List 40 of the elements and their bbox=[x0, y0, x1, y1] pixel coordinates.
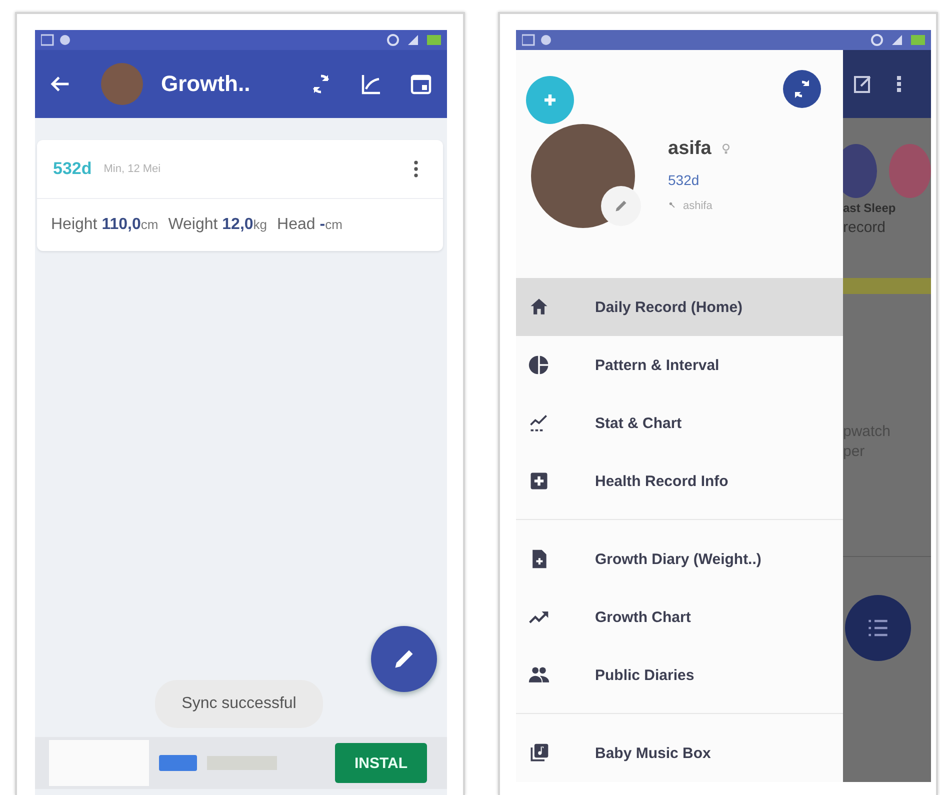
measurement-text: Weight 12,0kg bbox=[168, 216, 268, 234]
health-icon bbox=[528, 470, 550, 492]
background-text: ast Sleep bbox=[843, 200, 897, 217]
drawer-menu-item[interactable]: Growth Diary (Weight..) bbox=[516, 530, 843, 588]
sync-toast: Sync successful bbox=[155, 680, 323, 728]
music-icon bbox=[528, 742, 550, 764]
sync-button[interactable] bbox=[783, 70, 821, 108]
drawer-menu-item[interactable]: Baby Music Box bbox=[516, 724, 843, 782]
signal-icon bbox=[407, 34, 419, 46]
sync-status-icon bbox=[387, 34, 399, 46]
drawer-menu-item[interactable]: Stat & Chart bbox=[516, 394, 843, 452]
signal-icon bbox=[891, 34, 903, 46]
profile-age: 532d bbox=[668, 172, 700, 188]
age-label: 532d bbox=[53, 159, 92, 179]
install-button[interactable]: INSTAL bbox=[335, 743, 427, 783]
date-label: Min, 12 Mei bbox=[104, 163, 162, 175]
calendar-icon[interactable] bbox=[409, 72, 433, 96]
measurement-text: Head -cm bbox=[277, 216, 342, 234]
battery-icon bbox=[427, 35, 441, 45]
drawer-menu-item[interactable]: Health Record Info bbox=[516, 452, 843, 510]
profile-name: asifa bbox=[668, 138, 712, 160]
ad-toggle-image bbox=[159, 755, 197, 771]
drawer-menu-item[interactable]: Growth Chart bbox=[516, 588, 843, 646]
sync-status-icon bbox=[871, 34, 883, 46]
app-bar-title: Growth.. bbox=[161, 71, 252, 97]
drawer-menu-item[interactable]: Daily Record (Home) bbox=[516, 278, 843, 336]
avatar-photo bbox=[101, 63, 143, 105]
more-icon bbox=[897, 76, 901, 92]
background-text: record bbox=[843, 218, 887, 238]
edit-photo-button[interactable] bbox=[601, 186, 641, 226]
profile-username: ashifa bbox=[683, 200, 712, 212]
stat-chart-icon bbox=[528, 412, 550, 434]
edit-fab[interactable] bbox=[371, 626, 437, 692]
measurement-text: Height 110,0cm bbox=[51, 216, 158, 234]
battery-icon bbox=[911, 35, 925, 45]
ad-text-block bbox=[207, 756, 277, 770]
drawer-menu-item[interactable]: Public Diaries bbox=[516, 646, 843, 704]
pie-chart-icon bbox=[528, 354, 550, 376]
chart-icon[interactable] bbox=[359, 72, 383, 96]
drawer-menu-item[interactable]: Pattern & Interval bbox=[516, 336, 843, 394]
